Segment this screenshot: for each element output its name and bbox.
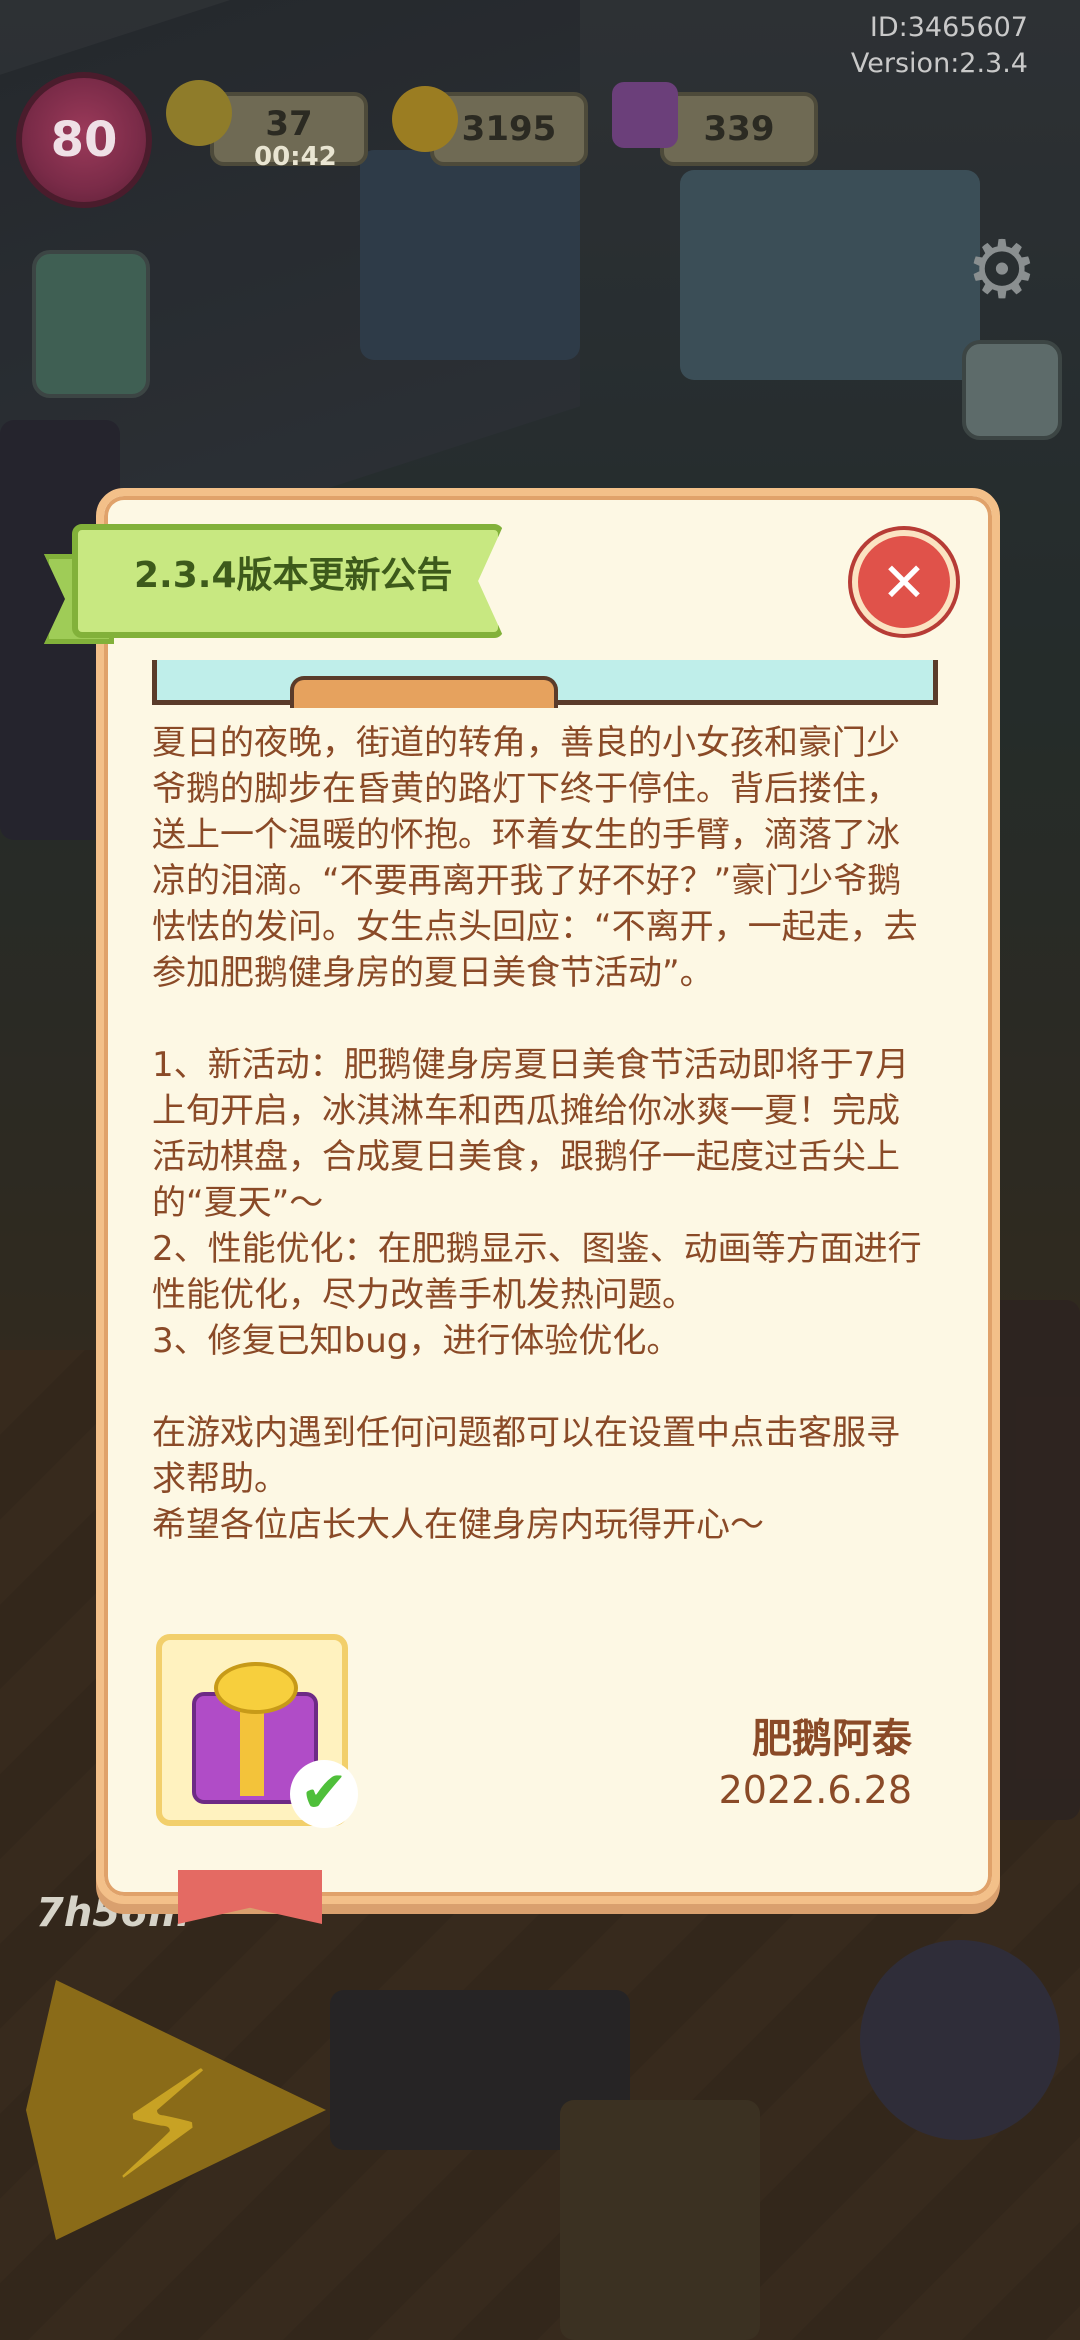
story-paragraph: 夏日的夜晚，街道的转角，善良的小女孩和豪门少爷鹅的脚步在昏黄的路灯下终于停住。背… (152, 723, 918, 993)
coin-value: 3195 (461, 109, 557, 149)
close-icon: ✕ (881, 550, 927, 614)
gift-bow (214, 1662, 298, 1714)
player-level: 80 (50, 112, 118, 168)
boost-lightning-icon: ⚡ (110, 2040, 216, 2214)
dialog-title: 2.3.4版本更新公告 (134, 555, 453, 596)
update-item-2: 2、性能优化：在肥鹅显示、图鉴、动画等方面进行性能优化，尽力改善手机发热问题。 (152, 1229, 922, 1315)
help-paragraph: 在游戏内遇到任何问题都可以在设置中点击客服寻求帮助。 (152, 1413, 900, 1499)
energy-value: 37 (265, 104, 313, 144)
banner-decoration (290, 676, 558, 708)
app-version: Version:2.3.4 (850, 48, 1028, 79)
update-item-1: 1、新活动：肥鹅健身房夏日美食节活动即将于7月上旬开启，冰淇淋车和西瓜摊给你冰爽… (152, 1045, 910, 1223)
coin-icon (392, 86, 458, 152)
update-item-3: 3、修复已知bug，进行体验优化。 (152, 1321, 681, 1361)
player-id: ID:3465607 (869, 12, 1028, 43)
notice-content: 夏日的夜晚，街道的转角，善良的小女孩和豪门少爷鹅的脚步在昏黄的路灯下终于停住。背… (152, 720, 932, 1548)
settings-gear-icon[interactable]: ⚙ (960, 228, 1044, 312)
gem-counter[interactable]: 339 (660, 92, 818, 166)
energy-timer: 00:42 (254, 142, 337, 172)
build-info: ID:3465607 Version:2.3.4 (851, 10, 1028, 82)
notice-date: 2022.6.28 (718, 1768, 912, 1812)
gem-icon (612, 82, 678, 148)
close-button[interactable]: ✕ (852, 530, 956, 634)
task-board-button[interactable] (32, 250, 150, 398)
author-signature: 肥鹅阿泰 (752, 1716, 912, 1762)
mail-button[interactable] (962, 340, 1062, 440)
gem-value: 339 (703, 109, 775, 149)
dialog-title-ribbon: 2.3.4版本更新公告 (44, 524, 524, 644)
lightning-icon (166, 80, 232, 146)
player-level-badge[interactable]: 80 (16, 72, 152, 208)
wish-paragraph: 希望各位店长大人在健身房内玩得开心～ (152, 1505, 764, 1545)
claimed-check-icon: ✔ (290, 1760, 358, 1828)
